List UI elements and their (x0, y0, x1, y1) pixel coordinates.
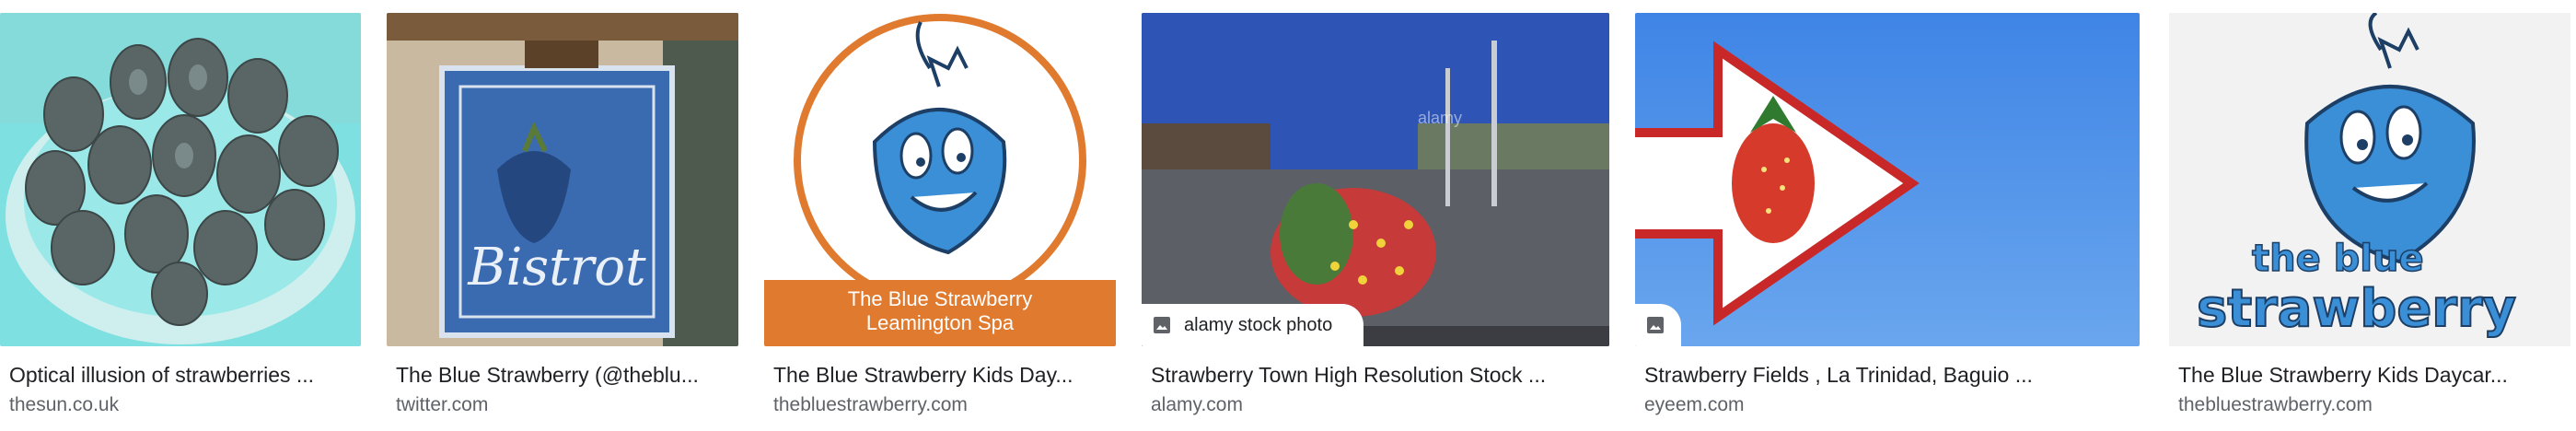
result-thumbnail[interactable]: The Blue Strawberry Leamington Spa (764, 13, 1116, 346)
result-source[interactable]: eyeem.com (1644, 394, 1745, 416)
blue-strawberry-logo-image: The Blue Strawberry Leamington Spa (764, 13, 1116, 346)
bistrot-sign-image: Bistrot (387, 13, 738, 346)
result-source[interactable]: thebluestrawberry.com (2178, 394, 2373, 416)
blue-strawberry-logo-image: the blue strawberry (2169, 13, 2570, 346)
result-source[interactable]: twitter.com (396, 394, 488, 416)
result-source[interactable]: thesun.co.uk (9, 394, 119, 416)
logo-text-line-1: the blue (2252, 238, 2424, 280)
result-title[interactable]: Strawberry Town High Resolution Stock ..… (1151, 363, 1609, 388)
result-title[interactable]: The Blue Strawberry Kids Day... (773, 363, 1116, 388)
image-result-card[interactable]: Optical illusion of strawberries ... the… (0, 13, 361, 415)
result-title[interactable]: Strawberry Fields , La Trinidad, Baguio … (1644, 363, 2140, 388)
strawberry-arrow-sign-image (1635, 13, 2140, 346)
logo-text-line-2: strawberry (2197, 279, 2516, 339)
image-type-badge: alamy stock photo (1142, 304, 1364, 346)
image-icon (1647, 317, 1664, 333)
result-thumbnail[interactable]: the blue strawberry (2169, 13, 2570, 346)
bistrot-sign-text: Bistrot (467, 238, 646, 297)
image-type-badge (1635, 304, 1681, 346)
image-result-card[interactable]: Strawberry Fields , La Trinidad, Baguio … (1635, 13, 2140, 415)
image-result-card[interactable]: alamy alamy stock photo Strawberry Town … (1142, 13, 1609, 415)
result-thumbnail[interactable] (1635, 13, 2140, 346)
caption-line-2: Leamington Spa (866, 311, 1015, 334)
giant-strawberry-street-image: alamy (1142, 13, 1609, 346)
image-icon (1154, 317, 1170, 333)
result-title[interactable]: Optical illusion of strawberries ... (9, 363, 361, 388)
result-title[interactable]: The Blue Strawberry Kids Daycar... (2178, 363, 2570, 388)
result-title[interactable]: The Blue Strawberry (@theblu... (396, 363, 738, 388)
watermark-text: alamy (1418, 109, 1462, 127)
result-source[interactable]: thebluestrawberry.com (773, 394, 968, 416)
result-thumbnail[interactable] (0, 13, 361, 346)
watermark-label: alamy stock photo (1184, 314, 1333, 335)
image-result-card[interactable]: The Blue Strawberry Leamington Spa The B… (764, 13, 1116, 415)
image-result-card[interactable]: Bistrot The Blue Strawberry (@theblu... … (387, 13, 738, 415)
result-source[interactable]: alamy.com (1151, 394, 1243, 416)
strawberry-illusion-image (0, 13, 361, 346)
result-thumbnail[interactable]: alamy alamy stock photo (1142, 13, 1609, 346)
image-result-card[interactable]: the blue strawberry The Blue Strawberry … (2169, 13, 2570, 415)
caption-line-1: The Blue Strawberry (848, 287, 1033, 310)
result-thumbnail[interactable]: Bistrot (387, 13, 738, 346)
